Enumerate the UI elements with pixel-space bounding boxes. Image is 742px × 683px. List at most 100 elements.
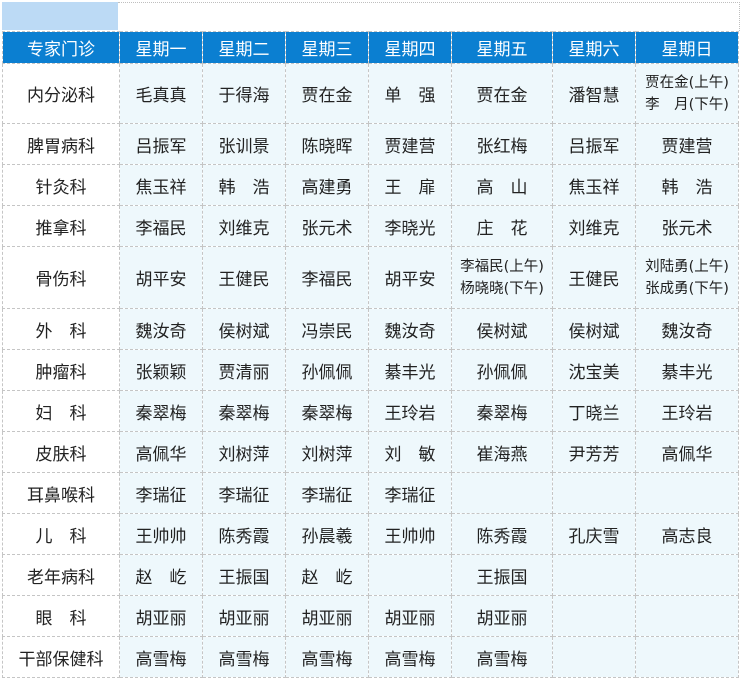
doctor-cell: 尹芳芳 — [552, 431, 636, 473]
doctor-cell: 胡亚丽 — [285, 595, 369, 637]
doctor-cell: 毛真真 — [119, 63, 203, 124]
header-day-7: 星期日 — [635, 31, 739, 64]
doctor-cell: 张元术 — [285, 205, 369, 247]
doctor-cell: 沈宝美 — [552, 349, 636, 391]
doctor-cell: 焦玉祥 — [552, 164, 636, 206]
table-row: 内分泌科 毛真真 于得海 贾在金单 强贾在金 潘智慧 贾在金(上午) 李 月(下午) — [2, 63, 739, 124]
doctor-cell — [635, 472, 739, 514]
doctor-shift-line: 刘陆勇(上午) — [645, 258, 729, 275]
doctor-cell: 高雪梅 — [285, 636, 369, 678]
doctor-cell: 高雪梅 — [451, 636, 553, 678]
doctor-cell: 韩 浩 — [202, 164, 286, 206]
doctor-cell: 胡亚丽 — [202, 595, 286, 637]
table-row: 妇 科秦翠梅 秦翠梅 秦翠梅 王玲岩 秦翠梅 丁晓兰 王玲岩 — [2, 390, 739, 432]
header-day-4: 星期四 — [368, 31, 452, 64]
doctor-cell: 韩 浩 — [635, 164, 739, 206]
header-day-3: 星期三 — [285, 31, 369, 64]
department-cell: 眼 科 — [2, 595, 120, 637]
doctor-cell: 侯树斌 — [451, 308, 553, 350]
doctor-cell: 王健民 — [202, 246, 286, 309]
doctor-cell: 李瑞征 — [202, 472, 286, 514]
doctor-cell: 高雪梅 — [368, 636, 452, 678]
doctor-cell: 秦翠梅 — [202, 390, 286, 432]
doctor-cell: 吕振军 — [119, 123, 203, 165]
header-day-6: 星期六 — [552, 31, 636, 64]
doctor-cell: 高佩华 — [635, 431, 739, 473]
doctor-cell: 高建勇 — [285, 164, 369, 206]
doctor-cell — [635, 636, 739, 678]
doctor-shift-line: 杨晓晓(下午) — [460, 280, 544, 297]
department-cell: 外 科 — [2, 308, 120, 350]
table-row: 干部保健科 高雪梅 高雪梅 高雪梅 高雪梅 高雪梅 — [2, 636, 739, 678]
doctor-cell: 秦翠梅 — [451, 390, 553, 432]
doctor-cell: 赵 屹 — [285, 554, 369, 596]
table-row: 儿 科王帅帅 陈秀霞 孙晨羲 王帅帅 陈秀霞 孔庆雪 高志良 — [2, 513, 739, 555]
doctor-cell: 綦丰光 — [368, 349, 452, 391]
doctor-cell: 王玲岩 — [635, 390, 739, 432]
doctor-shift-line: 张成勇(下午) — [645, 280, 729, 297]
department-cell: 儿 科 — [2, 513, 120, 555]
doctor-cell: 贾建营 — [368, 123, 452, 165]
outpatient-schedule-table: 专家门诊 星期一 星期二 星期三 星期四 星期五 星期六 星期日 内分泌科 毛真真 于得海 贾在金单… — [2, 31, 739, 678]
doctor-cell: 崔海燕 — [451, 431, 553, 473]
doctor-cell: 高雪梅 — [119, 636, 203, 678]
table-row: 肿瘤科 张颖颖 贾清丽 孙佩佩 綦丰光 孙佩佩 沈宝美 綦丰光 — [2, 349, 739, 391]
department-cell: 肿瘤科 — [2, 349, 120, 391]
doctor-cell: 孔庆雪 — [552, 513, 636, 555]
doctor-cell — [552, 554, 636, 596]
doctor-cell: 高雪梅 — [202, 636, 286, 678]
doctor-cell: 张元术 — [635, 205, 739, 247]
table-row: 推拿科 李福民 刘维克 张元术 李晓光庄 花刘维克 张元术 — [2, 205, 739, 247]
doctor-shift-line: 贾在金(上午) — [645, 74, 729, 91]
table-row: 皮肤科 高佩华 刘树萍 刘树萍刘 敏崔海燕 尹芳芳 高佩华 — [2, 431, 739, 473]
doctor-shift-line: 李 月(下午) — [645, 96, 729, 113]
header-day-1: 星期一 — [119, 31, 203, 64]
doctor-cell: 陈秀霞 — [202, 513, 286, 555]
doctor-cell: 冯崇民 — [285, 308, 369, 350]
doctor-cell: 贾在金 — [451, 63, 553, 124]
doctor-cell: 贾建营 — [635, 123, 739, 165]
doctor-cell — [635, 595, 739, 637]
doctor-cell: 刘维克 — [552, 205, 636, 247]
doctor-cell: 刘 敏 — [368, 431, 452, 473]
department-cell: 耳鼻喉科 — [2, 472, 120, 514]
header-row: 专家门诊 星期一 星期二 星期三 星期四 星期五 星期六 星期日 — [2, 31, 739, 64]
doctor-cell: 胡亚丽 — [368, 595, 452, 637]
table-row: 老年病科赵 屹王振国赵 屹王振国 — [2, 554, 739, 596]
table-row: 外 科魏汝奇 侯树斌 冯崇民 魏汝奇 侯树斌 侯树斌 魏汝奇 — [2, 308, 739, 350]
doctor-cell: 侯树斌 — [552, 308, 636, 350]
doctor-cell: 魏汝奇 — [635, 308, 739, 350]
doctor-cell: 侯树斌 — [202, 308, 286, 350]
doctor-cell — [552, 595, 636, 637]
doctor-cell: 王 扉 — [368, 164, 452, 206]
doctor-shift-line: 李福民(上午) — [460, 258, 544, 275]
department-cell: 骨伤科 — [2, 246, 120, 309]
doctor-cell: 张训景 — [202, 123, 286, 165]
header-department: 专家门诊 — [2, 31, 120, 64]
department-cell: 老年病科 — [2, 554, 120, 596]
doctor-cell: 陈晓晖 — [285, 123, 369, 165]
doctor-cell: 胡亚丽 — [451, 595, 553, 637]
doctor-cell: 李晓光 — [368, 205, 452, 247]
doctor-cell: 秦翠梅 — [285, 390, 369, 432]
doctor-cell: 王健民 — [552, 246, 636, 309]
doctor-cell: 孙佩佩 — [285, 349, 369, 391]
table-row: 骨伤科 胡平安 王健民 李福民 胡平安 李福民(上午) 杨晓晓(下午) 王健民 刘陆勇(上午) 张… — [2, 246, 739, 309]
doctor-cell: 刘树萍 — [202, 431, 286, 473]
doctor-cell: 魏汝奇 — [119, 308, 203, 350]
doctor-cell: 魏汝奇 — [368, 308, 452, 350]
doctor-cell: 王玲岩 — [368, 390, 452, 432]
sheet-top-row — [118, 2, 740, 31]
doctor-cell: 于得海 — [202, 63, 286, 124]
doctor-cell: 刘维克 — [202, 205, 286, 247]
doctor-cell: 李瑞征 — [368, 472, 452, 514]
department-cell: 针灸科 — [2, 164, 120, 206]
doctor-cell: 李福民 — [285, 246, 369, 309]
doctor-cell: 刘树萍 — [285, 431, 369, 473]
doctor-cell: 焦玉祥 — [119, 164, 203, 206]
doctor-cell: 张颖颖 — [119, 349, 203, 391]
doctor-cell: 王振国 — [451, 554, 553, 596]
doctor-cell: 庄 花 — [451, 205, 553, 247]
doctor-cell: 刘陆勇(上午) 张成勇(下午) — [635, 246, 739, 309]
doctor-cell: 张红梅 — [451, 123, 553, 165]
